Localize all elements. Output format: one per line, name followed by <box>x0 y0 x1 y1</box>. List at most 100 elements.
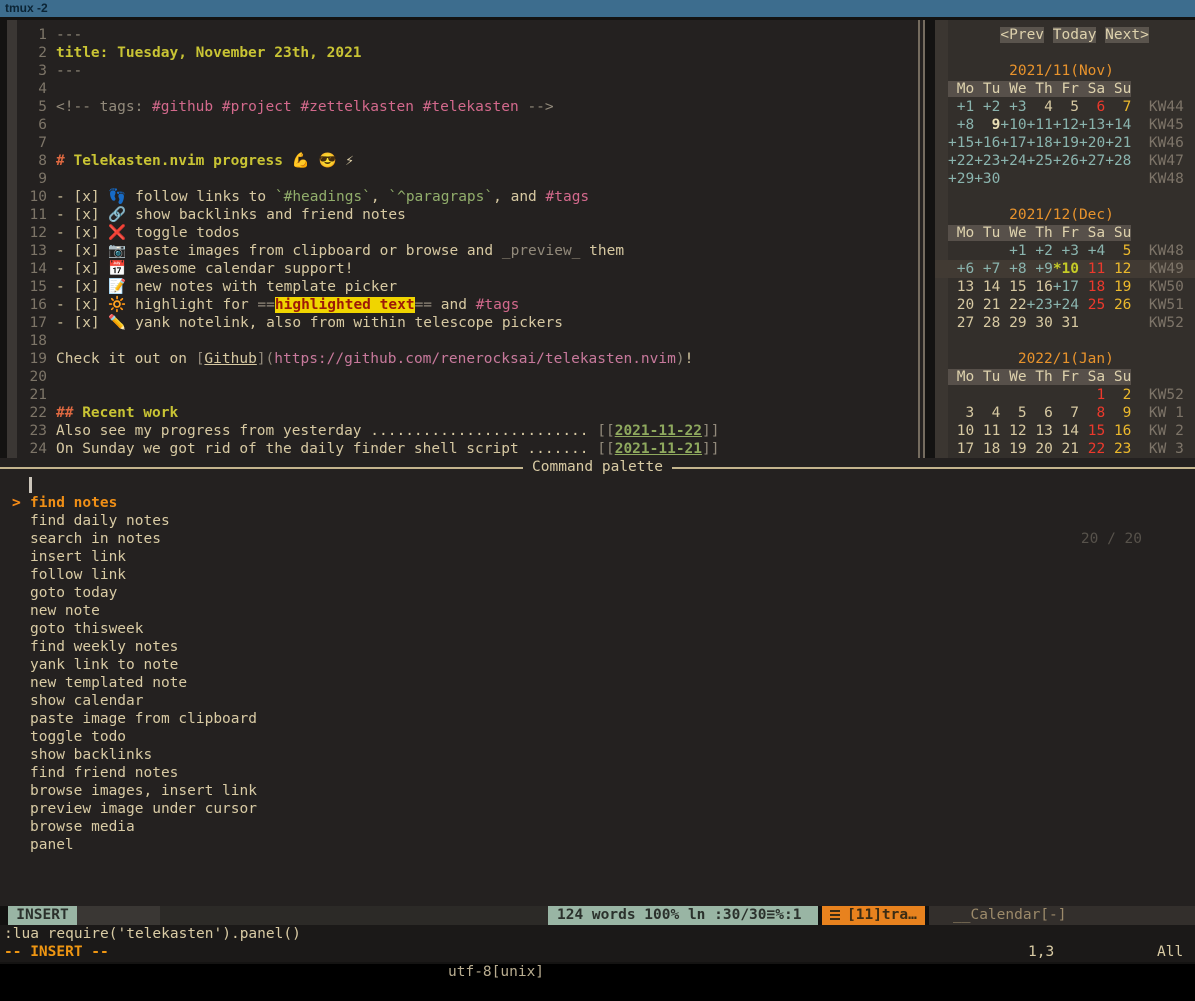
calendar-buffer-tab[interactable]: __Calendar[-] <box>929 906 1195 925</box>
calendar-day[interactable]: 30 <box>1027 315 1053 331</box>
calendar-day[interactable]: 25 <box>1079 297 1105 313</box>
palette-item[interactable]: yank link to note <box>0 656 1195 674</box>
calendar-day[interactable]: 14 <box>974 279 1000 295</box>
palette-item[interactable]: panel <box>0 836 1195 854</box>
calendar-day[interactable]: +23 <box>1027 297 1053 313</box>
calendar-day[interactable] <box>1105 171 1131 187</box>
calendar-day[interactable]: 16 <box>1027 279 1053 295</box>
calendar-day[interactable]: +6 <box>948 261 974 277</box>
calendar-day[interactable]: 27 <box>948 315 974 331</box>
palette-item[interactable]: show backlinks <box>0 746 1195 764</box>
calendar-day[interactable]: 5 <box>1000 405 1026 421</box>
calendar-day[interactable]: +8 <box>948 117 974 133</box>
calendar-day[interactable]: +14 <box>1105 117 1131 133</box>
calendar-day[interactable] <box>1079 315 1105 331</box>
calendar-day[interactable]: +24 <box>1000 153 1026 169</box>
calendar-day[interactable]: +24 <box>1053 297 1079 313</box>
palette-item[interactable]: goto thisweek <box>0 620 1195 638</box>
palette-item[interactable]: browse images, insert link <box>0 782 1195 800</box>
calendar-day[interactable]: 15 <box>1079 423 1105 439</box>
calendar-day[interactable]: +29 <box>948 171 974 187</box>
calendar-day[interactable]: +28 <box>1105 153 1131 169</box>
calendar-day[interactable]: +23 <box>974 153 1000 169</box>
calendar-day[interactable]: 19 <box>1000 441 1026 457</box>
calendar-day[interactable] <box>974 387 1000 403</box>
calendar-day[interactable]: +1 <box>1000 243 1026 259</box>
palette-item[interactable]: browse media <box>0 818 1195 836</box>
calendar-day[interactable]: 9 <box>974 117 1000 133</box>
calendar-day[interactable]: +13 <box>1079 117 1105 133</box>
calendar-day[interactable]: +18 <box>1027 135 1053 151</box>
calendar-day[interactable]: +20 <box>1079 135 1105 151</box>
calendar-day[interactable] <box>1027 171 1053 187</box>
editor-window[interactable]: 1---2title: Tuesday, November 23th, 2021… <box>7 20 925 458</box>
calendar-day[interactable]: 23 <box>1105 441 1131 457</box>
calendar-day[interactable]: 15 <box>1000 279 1026 295</box>
palette-item[interactable]: search in notes <box>0 530 1195 548</box>
calendar-day[interactable]: 18 <box>1079 279 1105 295</box>
calendar-day[interactable]: 10 <box>948 423 974 439</box>
calendar-day[interactable]: +15 <box>948 135 974 151</box>
calendar-day[interactable]: +30 <box>974 171 1000 187</box>
calendar-day[interactable]: 8 <box>1079 405 1105 421</box>
calendar-day[interactable]: 19 <box>1105 279 1131 295</box>
calendar-day[interactable]: +11 <box>1027 117 1053 133</box>
calendar-day[interactable]: 1 <box>1079 387 1105 403</box>
calendar-day[interactable]: 28 <box>974 315 1000 331</box>
calendar-day[interactable]: 31 <box>1053 315 1079 331</box>
palette-item[interactable]: new note <box>0 602 1195 620</box>
calendar-day[interactable]: 7 <box>1053 405 1079 421</box>
calendar-day[interactable]: +9 <box>1027 261 1053 277</box>
calendar-day[interactable]: 6 <box>1027 405 1053 421</box>
calendar-day[interactable]: 26 <box>1105 297 1131 313</box>
calendar-day[interactable]: +25 <box>1027 153 1053 169</box>
calendar-day[interactable] <box>948 387 974 403</box>
calendar-day[interactable]: +17 <box>1053 279 1079 295</box>
calendar-day[interactable]: 9 <box>1105 405 1131 421</box>
palette-item[interactable]: toggle todo <box>0 728 1195 746</box>
calendar-day[interactable] <box>948 243 974 259</box>
calendar-day[interactable]: +19 <box>1053 135 1079 151</box>
calendar-day[interactable]: +3 <box>1000 99 1026 115</box>
calendar-day[interactable]: +7 <box>974 261 1000 277</box>
calendar-day[interactable]: +22 <box>948 153 974 169</box>
palette-item[interactable]: new templated note <box>0 674 1195 692</box>
calendar-day[interactable]: 22 <box>1079 441 1105 457</box>
calendar-day[interactable]: 20 <box>948 297 974 313</box>
calendar-day[interactable]: 22 <box>1000 297 1026 313</box>
calendar-day[interactable]: 6 <box>1079 99 1105 115</box>
calendar-day[interactable]: 11 <box>1079 261 1105 277</box>
calendar-day[interactable]: +26 <box>1053 153 1079 169</box>
palette-item[interactable]: follow link <box>0 566 1195 584</box>
palette-item[interactable]: find friend notes <box>0 764 1195 782</box>
calendar-day[interactable]: 12 <box>1000 423 1026 439</box>
calendar-day[interactable]: +3 <box>1053 243 1079 259</box>
calendar-day[interactable]: 14 <box>1053 423 1079 439</box>
calendar-day[interactable]: 13 <box>948 279 974 295</box>
palette-item[interactable]: insert link <box>0 548 1195 566</box>
calendar-day[interactable]: 5 <box>1105 243 1131 259</box>
calendar-day[interactable]: +2 <box>974 99 1000 115</box>
calendar-day[interactable]: 18 <box>974 441 1000 457</box>
calendar-day[interactable]: +10 <box>1000 117 1026 133</box>
calendar-day[interactable] <box>1079 171 1105 187</box>
calendar-day[interactable]: +17 <box>1000 135 1026 151</box>
calendar-day[interactable]: 13 <box>1027 423 1053 439</box>
calendar-day[interactable] <box>974 243 1000 259</box>
calendar-day[interactable]: +1 <box>948 99 974 115</box>
calendar-day[interactable]: +16 <box>974 135 1000 151</box>
calendar-day[interactable] <box>1105 315 1131 331</box>
palette-item[interactable]: >find notes <box>0 494 1195 512</box>
calendar-prev-button[interactable]: <Prev <box>1000 27 1044 43</box>
calendar-day[interactable]: 5 <box>1053 99 1079 115</box>
calendar-day[interactable] <box>1027 387 1053 403</box>
calendar-day[interactable]: 4 <box>1027 99 1053 115</box>
calendar-day[interactable]: +21 <box>1105 135 1131 151</box>
calendar-day[interactable]: 12 <box>1105 261 1131 277</box>
calendar-day[interactable] <box>1053 171 1079 187</box>
calendar-next-button[interactable]: Next> <box>1105 27 1149 43</box>
palette-item[interactable]: goto today <box>0 584 1195 602</box>
palette-item[interactable]: find weekly notes <box>0 638 1195 656</box>
calendar-scrollbar[interactable] <box>923 20 925 458</box>
palette-item[interactable]: find daily notes <box>0 512 1195 530</box>
